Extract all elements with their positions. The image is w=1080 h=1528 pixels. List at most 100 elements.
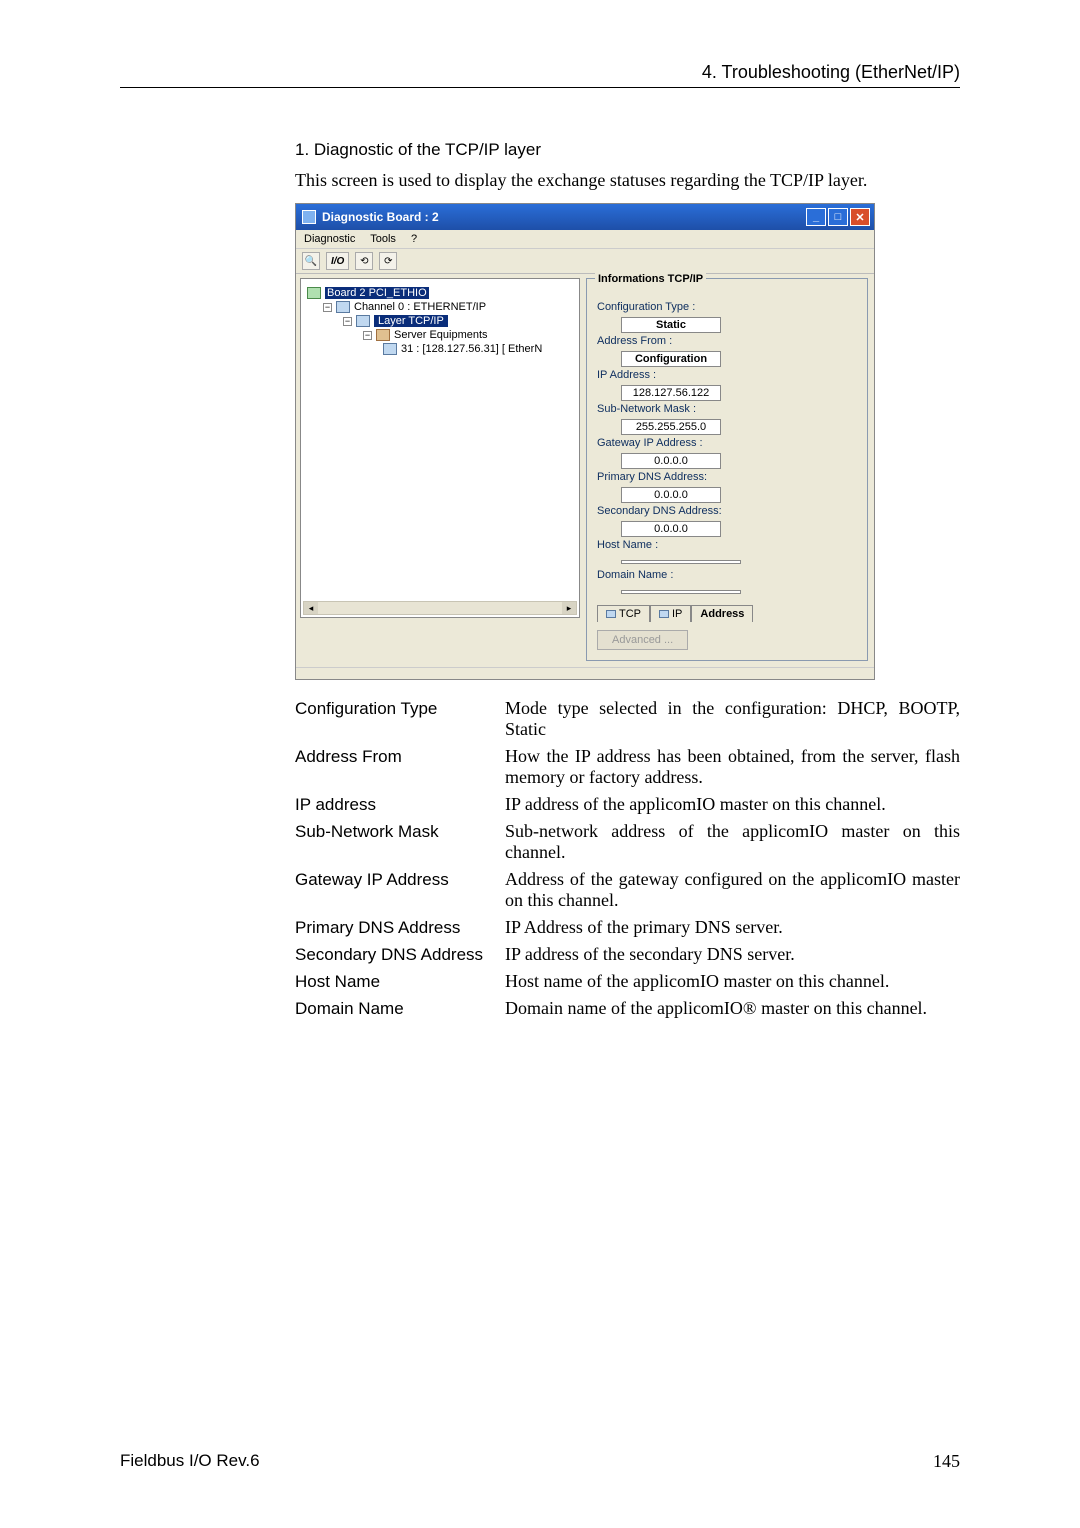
domain-name-label: Domain Name : [597,569,857,581]
board-icon [307,287,321,299]
info-fieldset: Informations TCP/IP Configuration Type :… [586,278,868,661]
zoom-glyph: 🔍 [305,256,317,267]
tab-ip[interactable]: IP [650,605,691,622]
def-term: Gateway IP Address [295,869,505,890]
collapse-icon[interactable]: − [343,317,352,326]
def-desc: Mode type selected in the configuration:… [505,698,960,740]
subnet-label: Sub-Network Mask : [597,403,857,415]
def-row: Configuration TypeMode type selected in … [295,698,960,740]
status-strip [296,667,874,679]
collapse-icon[interactable]: − [363,331,372,340]
primary-dns-label: Primary DNS Address: [597,471,857,483]
refresh-glyph-1: ⟲ [360,256,368,267]
advanced-label: Advanced ... [612,634,673,646]
scroll-right-icon[interactable]: ▸ [562,602,576,614]
secondary-dns-value: 0.0.0.0 [621,521,721,537]
def-row: Primary DNS AddressIP Address of the pri… [295,917,960,938]
def-desc: Sub-network address of the applicomIO ma… [505,821,960,863]
def-desc: How the IP address has been obtained, fr… [505,746,960,788]
scroll-left-icon[interactable]: ◂ [304,602,318,614]
window-title: Diagnostic Board : 2 [322,210,439,224]
def-row: Domain NameDomain name of the applicomIO… [295,998,960,1019]
tree-layer-label: Layer TCP/IP [374,315,448,327]
primary-dns-value: 0.0.0.0 [621,487,721,503]
window-titlebar: Diagnostic Board : 2 _ □ ✕ [296,204,874,230]
def-term: Address From [295,746,505,767]
refresh-glyph-2: ⟳ [384,256,392,267]
def-row: Gateway IP AddressAddress of the gateway… [295,869,960,911]
def-desc: IP address of the secondary DNS server. [505,944,960,965]
intro-text: This screen is used to display the excha… [295,170,960,191]
window-controls: _ □ ✕ [806,208,870,226]
def-desc: Address of the gateway configured on the… [505,869,960,911]
content-area: 1. Diagnostic of the TCP/IP layer This s… [295,140,960,1025]
tree-board[interactable]: Board 2 PCI_ETHIO [307,287,573,299]
tree-pane: Board 2 PCI_ETHIO − Channel 0 : ETHERNET… [300,278,580,618]
minimize-button[interactable]: _ [806,208,826,226]
def-term: Secondary DNS Address [295,944,505,965]
node-icon [383,343,397,355]
app-icon [302,210,316,224]
zoom-icon[interactable]: 🔍 [302,252,320,270]
diagnostic-window: Diagnostic Board : 2 _ □ ✕ Diagnostic To… [295,203,875,680]
address-from-label: Address From : [597,335,857,347]
address-from-value: Configuration [621,351,721,367]
menu-help[interactable]: ? [411,233,417,245]
def-term: Primary DNS Address [295,917,505,938]
footer-left: Fieldbus I/O Rev.6 [120,1451,260,1472]
tree-board-label: Board 2 PCI_ETHIO [325,287,429,299]
menu-tools[interactable]: Tools [370,233,396,245]
subnet-value: 255.255.255.0 [621,419,721,435]
domain-name-value [621,590,741,594]
io-button[interactable]: I/O [326,252,349,270]
tree-layer[interactable]: − Layer TCP/IP [343,315,573,327]
config-type-label: Configuration Type : [597,301,857,313]
titlebar-left: Diagnostic Board : 2 [302,210,439,224]
def-term: Sub-Network Mask [295,821,505,842]
refresh-icon-2[interactable]: ⟳ [379,252,397,270]
tree-server-node-label: 31 : [128.127.56.31] [ EtherN [401,343,542,355]
info-pane: Informations TCP/IP Configuration Type :… [586,278,868,661]
def-row: Address FromHow the IP address has been … [295,746,960,788]
advanced-button[interactable]: Advanced ... [597,630,688,650]
secondary-dns-label: Secondary DNS Address: [597,505,857,517]
tab-tcp-label: TCP [619,608,641,620]
page-header: 4. Troubleshooting (EtherNet/IP) [120,62,960,88]
host-name-label: Host Name : [597,539,857,551]
def-desc: IP address of the applicomIO master on t… [505,794,960,815]
header-title: 4. Troubleshooting (EtherNet/IP) [702,62,960,82]
channel-icon [336,301,350,313]
def-row: Host NameHost name of the applicomIO mas… [295,971,960,992]
def-row: Secondary DNS AddressIP address of the s… [295,944,960,965]
tree-server-node[interactable]: 31 : [128.127.56.31] [ EtherN [383,343,573,355]
page-footer: Fieldbus I/O Rev.6 145 [120,1451,960,1472]
close-button[interactable]: ✕ [850,208,870,226]
gateway-value: 0.0.0.0 [621,453,721,469]
config-type-value: Static [621,317,721,333]
refresh-icon-1[interactable]: ⟲ [355,252,373,270]
def-row: Sub-Network MaskSub-network address of t… [295,821,960,863]
tree-scrollbar[interactable]: ◂ ▸ [303,601,577,615]
app-body: Board 2 PCI_ETHIO − Channel 0 : ETHERNET… [296,274,874,667]
menu-diagnostic[interactable]: Diagnostic [304,233,355,245]
tab-tcp-icon [606,610,616,618]
toolbar: 🔍 I/O ⟲ ⟳ [296,249,874,274]
tab-tcp[interactable]: TCP [597,605,650,622]
def-desc: IP Address of the primary DNS server. [505,917,960,938]
maximize-button[interactable]: □ [828,208,848,226]
tab-ip-icon [659,610,669,618]
def-desc: Host name of the applicomIO master on th… [505,971,960,992]
tab-address[interactable]: Address [691,605,753,622]
def-desc: Domain name of the applicomIO® master on… [505,998,960,1019]
ip-address-value: 128.127.56.122 [621,385,721,401]
definitions-list: Configuration TypeMode type selected in … [295,698,960,1019]
def-term: Host Name [295,971,505,992]
gateway-label: Gateway IP Address : [597,437,857,449]
io-label: I/O [331,256,344,267]
tree-channel[interactable]: − Channel 0 : ETHERNET/IP [323,301,573,313]
def-term: Configuration Type [295,698,505,719]
tree-server-equip[interactable]: − Server Equipments [363,329,573,341]
ip-address-label: IP Address : [597,369,857,381]
collapse-icon[interactable]: − [323,303,332,312]
tree-root: Board 2 PCI_ETHIO − Channel 0 : ETHERNET… [307,287,573,355]
